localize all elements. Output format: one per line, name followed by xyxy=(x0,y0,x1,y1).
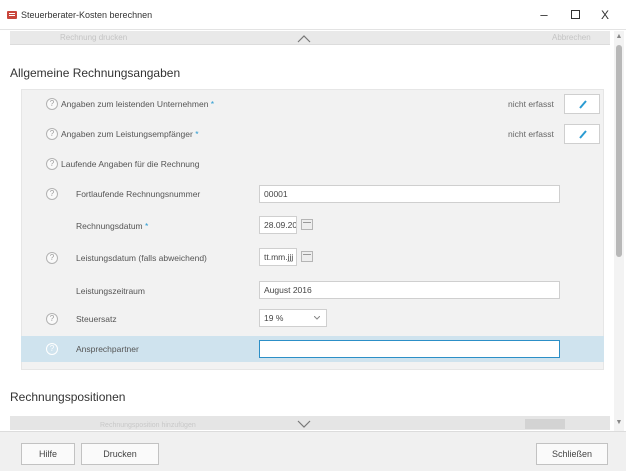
edit-recipient-button[interactable] xyxy=(564,124,600,144)
label-contact: Ansprechpartner xyxy=(76,344,139,354)
help-icon[interactable]: ? xyxy=(46,343,58,355)
label-invoice-number: Fortlaufende Rechnungsnummer xyxy=(76,189,201,199)
pencil-icon xyxy=(579,100,587,109)
label-invoice-date: Rechnungsdatum * xyxy=(76,221,149,231)
chevron-down-icon[interactable] xyxy=(297,419,311,429)
ghost-text-left: Rechnung drucken xyxy=(60,33,128,42)
label-service-period: Leistungszeitraum xyxy=(76,286,145,296)
maximize-button[interactable] xyxy=(562,6,588,24)
title-bar: Steuerberater-Kosten berechnen – X xyxy=(0,0,626,30)
status-recipient: nicht erfasst xyxy=(508,129,554,139)
help-icon[interactable]: ? xyxy=(46,188,58,200)
label-recipient: Angaben zum Leistungsempfänger * xyxy=(61,129,199,139)
label-service-date: Leistungsdatum (falls abweichend) xyxy=(76,253,207,263)
dialog-footer: Hilfe Drucken Schließen xyxy=(0,431,626,471)
calendar-icon[interactable] xyxy=(301,251,313,262)
minimize-button[interactable]: – xyxy=(531,6,557,24)
help-icon[interactable]: ? xyxy=(46,158,58,170)
pencil-icon xyxy=(579,130,587,139)
window-title: Steuerberater-Kosten berechnen xyxy=(21,10,153,20)
vertical-scrollbar[interactable]: ▲ ▼ xyxy=(614,31,624,431)
scroll-down-arrow-icon[interactable]: ▼ xyxy=(615,419,623,427)
edit-company-button[interactable] xyxy=(564,94,600,114)
label-company: Angaben zum leistenden Unternehmen * xyxy=(61,99,215,109)
label-ongoing: Laufende Angaben für die Rechnung xyxy=(61,159,200,169)
app-icon xyxy=(7,11,17,19)
scroll-up-arrow-icon[interactable]: ▲ xyxy=(615,33,623,41)
service-period-input[interactable]: August 2016 xyxy=(259,281,560,299)
help-button[interactable]: Hilfe xyxy=(21,443,75,465)
label-tax-rate: Steuersatz xyxy=(76,314,117,324)
invoice-number-input[interactable]: 00001 xyxy=(259,185,560,203)
help-icon[interactable]: ? xyxy=(46,128,58,140)
print-button[interactable]: Drucken xyxy=(81,443,159,465)
contact-input[interactable] xyxy=(259,340,560,358)
service-date-input[interactable]: tt.mm.jjj xyxy=(259,248,297,266)
ghost-text-bottom: Rechnungsposition hinzufügen xyxy=(100,422,196,429)
help-icon[interactable]: ? xyxy=(46,252,58,264)
help-icon[interactable]: ? xyxy=(46,98,58,110)
scroll-thumb[interactable] xyxy=(616,45,622,257)
close-window-button[interactable]: X xyxy=(592,6,618,24)
chevron-down-icon xyxy=(314,316,320,320)
status-company: nicht erfasst xyxy=(508,99,554,109)
tax-rate-select[interactable]: 19 % xyxy=(259,309,327,327)
calendar-icon[interactable] xyxy=(301,219,313,230)
help-icon[interactable]: ? xyxy=(46,313,58,325)
maximize-icon xyxy=(570,10,580,19)
invoice-date-input[interactable]: 28.09.201 xyxy=(259,216,297,234)
chevron-up-icon[interactable] xyxy=(297,34,311,44)
tax-rate-value: 19 % xyxy=(264,313,284,323)
ghost-text-right: Abbrechen xyxy=(552,33,591,42)
section-title-positions: Rechnungspositionen xyxy=(10,390,126,404)
section-title-general: Allgemeine Rechnungsangaben xyxy=(10,66,181,80)
ghost-button xyxy=(525,419,565,429)
close-button[interactable]: Schließen xyxy=(536,443,608,465)
